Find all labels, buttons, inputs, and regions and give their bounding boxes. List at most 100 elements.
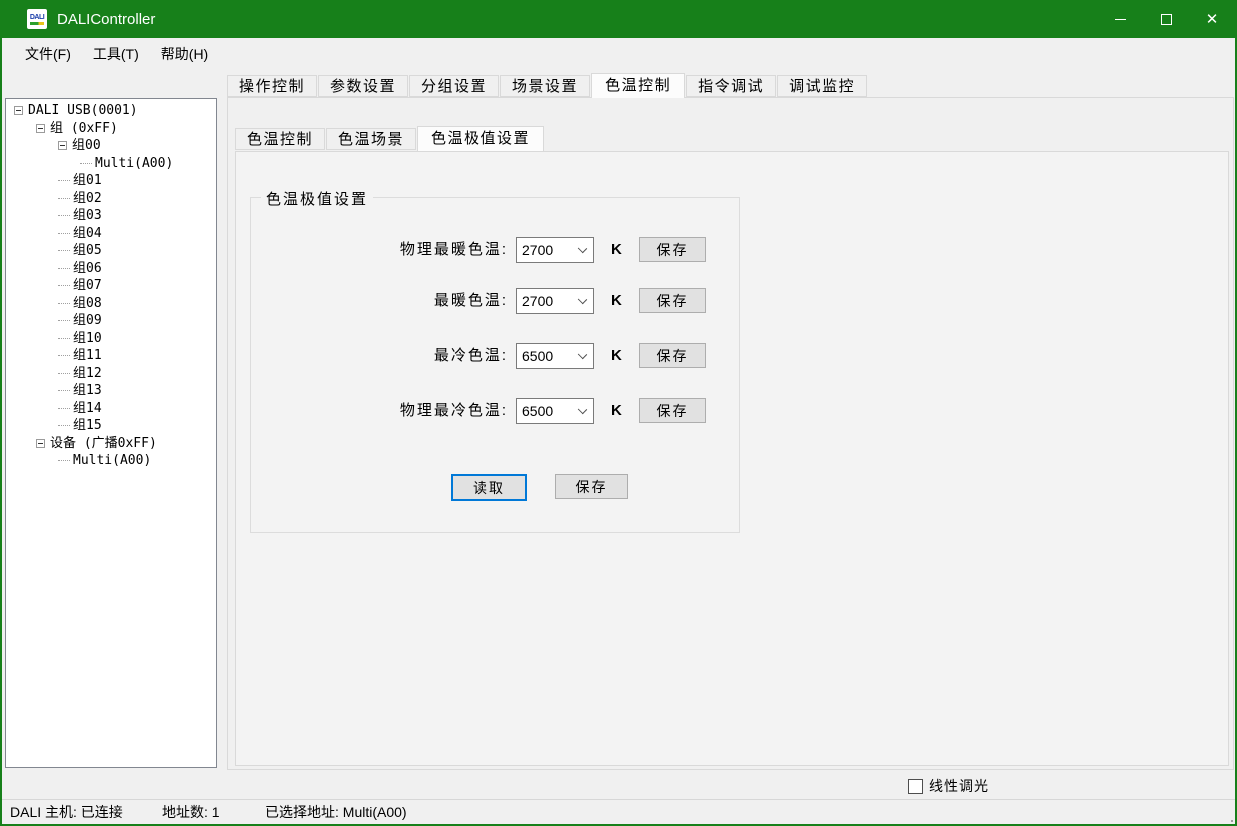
title-bar: DALI DALIController ✕	[2, 0, 1235, 38]
tab-4[interactable]: 色温控制	[591, 73, 685, 98]
groupbox-title: 色温极值设置	[261, 188, 373, 209]
status-selected-address: 已选择地址: Multi(A00)	[265, 800, 407, 824]
window-title: DALIController	[57, 11, 155, 28]
form-row: 物理最冷色温:6500K保存	[251, 398, 739, 425]
main-tabstrip: 操作控制参数设置分组设置场景设置色温控制指令调试调试监控	[227, 75, 868, 98]
tree-collapse-icon[interactable]	[58, 141, 67, 150]
tab-6[interactable]: 调试监控	[777, 75, 867, 97]
tree-collapse-icon[interactable]	[36, 124, 45, 133]
tree-item-label: 组09	[73, 312, 102, 329]
tree-item[interactable]: 组13	[6, 382, 216, 400]
tree-item[interactable]: DALI USB(0001)	[6, 102, 216, 120]
tree-item-label: 组05	[73, 242, 102, 259]
tree-item[interactable]: 组14	[6, 400, 216, 418]
tree-item[interactable]: Multi(A00)	[6, 155, 216, 173]
tab-5[interactable]: 指令调试	[686, 75, 776, 97]
linear-dimming-checkbox[interactable]	[908, 779, 923, 794]
tree-item-label: 组03	[73, 207, 102, 224]
chevron-down-icon[interactable]	[578, 295, 587, 304]
temperature-combobox[interactable]: 2700	[516, 288, 594, 314]
tree-collapse-icon[interactable]	[36, 439, 45, 448]
subtab-0[interactable]: 色温控制	[235, 128, 325, 150]
tree-item[interactable]: 组00	[6, 137, 216, 155]
tree-connector	[58, 373, 70, 374]
tree-item[interactable]: 设备 (广播0xFF)	[6, 435, 216, 453]
tree-item-label: 组11	[73, 347, 102, 364]
tab-0[interactable]: 操作控制	[227, 75, 317, 97]
row-save-button[interactable]: 保存	[639, 288, 706, 313]
tree-connector	[58, 338, 70, 339]
tree-item[interactable]: 组11	[6, 347, 216, 365]
row-label: 最暖色温:	[251, 288, 508, 314]
resize-grip-icon[interactable]	[1227, 816, 1229, 818]
tree-item[interactable]: 组02	[6, 190, 216, 208]
tree-connector	[58, 355, 70, 356]
tab-3[interactable]: 场景设置	[500, 75, 590, 97]
minimize-button[interactable]	[1097, 0, 1143, 38]
chevron-down-icon[interactable]	[578, 350, 587, 359]
tree-connector	[58, 390, 70, 391]
status-address-count: 地址数: 1	[162, 800, 220, 824]
temperature-combobox[interactable]: 6500	[516, 343, 594, 369]
chevron-down-icon[interactable]	[578, 405, 587, 414]
tree-item[interactable]: 组05	[6, 242, 216, 260]
tree-item[interactable]: 组03	[6, 207, 216, 225]
temperature-combobox[interactable]: 6500	[516, 398, 594, 424]
maximize-button[interactable]	[1143, 0, 1189, 38]
close-button[interactable]: ✕	[1189, 0, 1235, 38]
tree-item[interactable]: 组15	[6, 417, 216, 435]
tree-item[interactable]: 组07	[6, 277, 216, 295]
read-button[interactable]: 读取	[451, 474, 527, 501]
tree-item-label: 组07	[73, 277, 102, 294]
unit-label: K	[611, 237, 622, 263]
app-icon-label: DALI	[30, 14, 44, 21]
tree-connector	[58, 198, 70, 199]
tree-connector	[58, 408, 70, 409]
tree-item-label: 组04	[73, 225, 102, 242]
minus-glyph	[16, 110, 21, 111]
tree-item[interactable]: 组09	[6, 312, 216, 330]
chevron-down-icon[interactable]	[578, 244, 587, 253]
tree-item[interactable]: Multi(A00)	[6, 452, 216, 470]
tree-item-label: 组12	[73, 365, 102, 382]
tree-item[interactable]: 组06	[6, 260, 216, 278]
tree-item[interactable]: 组08	[6, 295, 216, 313]
tab-2[interactable]: 分组设置	[409, 75, 499, 97]
tree-item-label: 组01	[73, 172, 102, 189]
tree-connector	[80, 163, 92, 164]
minus-glyph	[38, 128, 43, 129]
menu-bar: 文件(F)工具(T)帮助(H)	[2, 38, 1235, 70]
app-window: DALI DALIController ✕ 文件(F)工具(T)帮助(H) DA…	[0, 0, 1237, 826]
tree-item-label: DALI USB(0001)	[28, 102, 138, 119]
menu-item-2[interactable]: 帮助(H)	[150, 38, 219, 70]
row-label: 最冷色温:	[251, 343, 508, 369]
tree-panel[interactable]: DALI USB(0001)组 (0xFF)组00Multi(A00)组01组0…	[5, 98, 217, 768]
row-save-button[interactable]: 保存	[639, 343, 706, 368]
tree-item[interactable]: 组 (0xFF)	[6, 120, 216, 138]
tree-item[interactable]: 组04	[6, 225, 216, 243]
tree-item[interactable]: 组12	[6, 365, 216, 383]
save-button[interactable]: 保存	[555, 474, 628, 499]
status-connection: DALI 主机: 已连接	[10, 800, 123, 824]
tree-item-label: 组06	[73, 260, 102, 277]
unit-label: K	[611, 343, 622, 369]
tree-connector	[58, 320, 70, 321]
sub-tabstrip: 色温控制色温场景色温极值设置	[235, 128, 545, 151]
tree-connector	[58, 215, 70, 216]
tree-collapse-icon[interactable]	[14, 106, 23, 115]
menu-item-1[interactable]: 工具(T)	[82, 38, 150, 70]
tab-1[interactable]: 参数设置	[318, 75, 408, 97]
tree-item[interactable]: 组10	[6, 330, 216, 348]
row-save-button[interactable]: 保存	[639, 237, 706, 262]
row-save-button[interactable]: 保存	[639, 398, 706, 423]
menu-item-0[interactable]: 文件(F)	[14, 38, 82, 70]
tree-item-label: 设备 (广播0xFF)	[50, 435, 157, 452]
subtab-1[interactable]: 色温场景	[326, 128, 416, 150]
tree-connector	[58, 268, 70, 269]
minus-glyph	[38, 443, 43, 444]
tree-item[interactable]: 组01	[6, 172, 216, 190]
tree-item-label: 组13	[73, 382, 102, 399]
temperature-combobox[interactable]: 2700	[516, 237, 594, 263]
form-row: 最暖色温:2700K保存	[251, 288, 739, 315]
subtab-2[interactable]: 色温极值设置	[417, 126, 544, 151]
